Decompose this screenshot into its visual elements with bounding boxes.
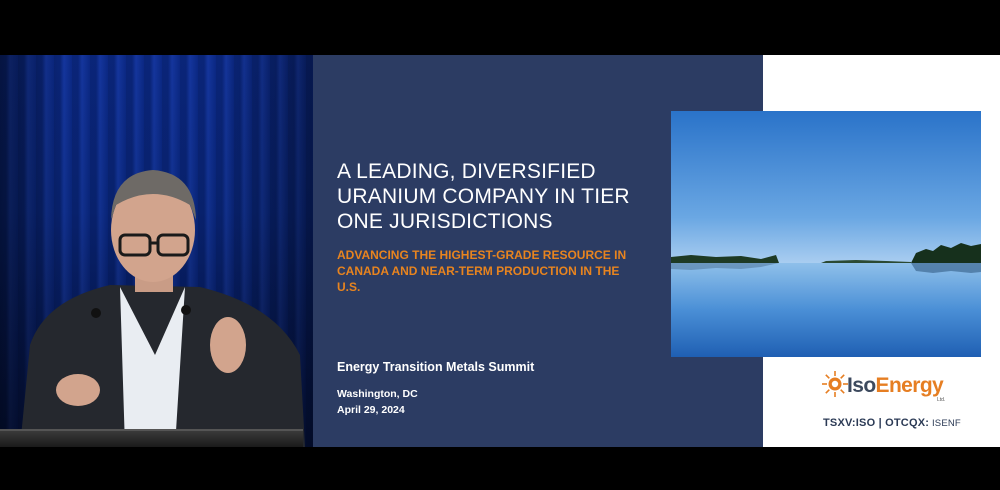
speaker-figure (20, 170, 305, 447)
ticker-otc: ISENF (929, 418, 961, 429)
sun-icon (822, 371, 848, 397)
logo-wordmark: IsoEnergy (847, 374, 944, 398)
video-frame: A LEADING, DIVERSIFIED URANIUM COMPANY I… (0, 55, 1000, 447)
slide-title: A LEADING, DIVERSIFIED URANIUM COMPANY I… (337, 160, 630, 233)
event-location: Washington, DC (337, 388, 418, 400)
ticker-symbols: TSXV:ISO | OTCQX: ISENF (823, 417, 993, 429)
podium (0, 429, 303, 447)
isoenergy-logo: IsoEnergy Ltd. (821, 368, 961, 404)
slide-subtitle: ADVANCING THE HIGHEST-GRADE RESOURCE IN … (337, 248, 627, 294)
ticker-main: TSXV:ISO | OTCQX: (823, 417, 930, 429)
lake-photo (671, 111, 981, 357)
logo-ltd: Ltd. (937, 397, 946, 403)
speaker-video (0, 55, 313, 447)
event-date: April 29, 2024 (337, 404, 405, 416)
logo-energy: Energy (875, 374, 944, 397)
presentation-slide: A LEADING, DIVERSIFIED URANIUM COMPANY I… (313, 55, 1000, 447)
logo-iso: Iso (847, 374, 876, 397)
event-name: Energy Transition Metals Summit (337, 360, 535, 374)
